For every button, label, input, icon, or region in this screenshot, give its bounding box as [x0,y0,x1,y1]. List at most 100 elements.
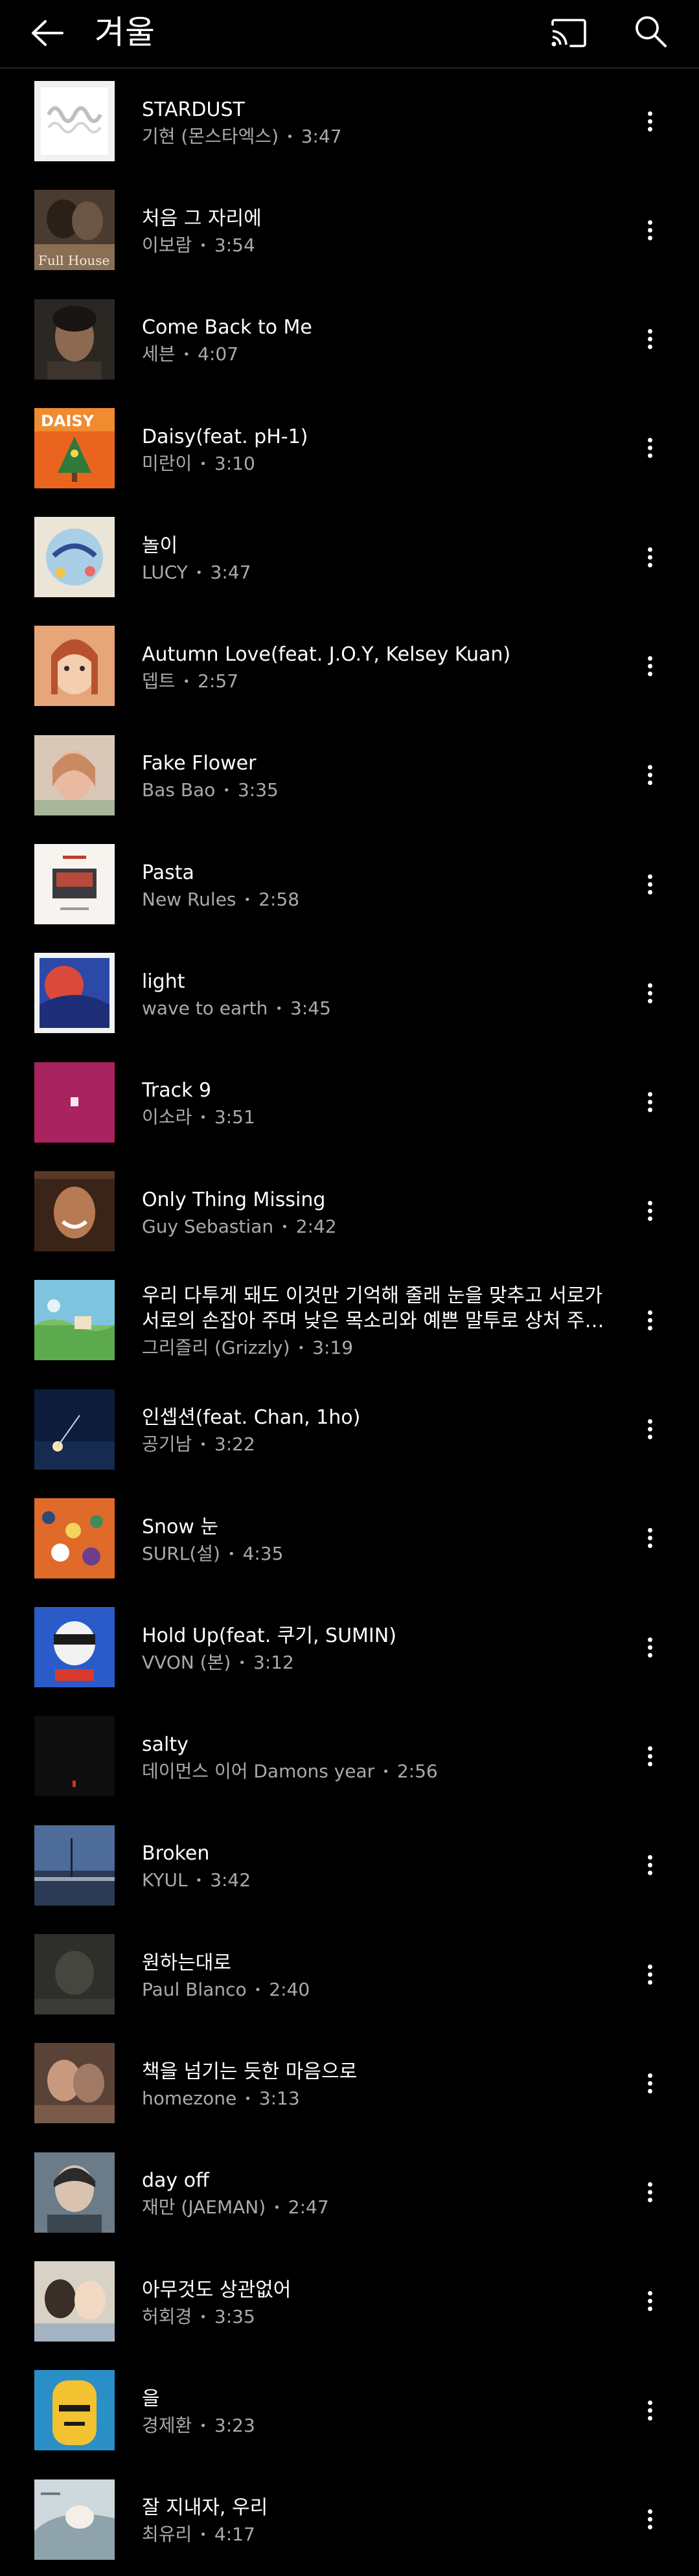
album-art [34,2370,115,2451]
top-app-bar: 겨울 [0,0,699,69]
more-options-button[interactable] [632,1954,668,1995]
song-row[interactable]: 을 경제환 • 3:23 [0,2358,699,2467]
separator-dot: • [273,2201,281,2215]
song-row[interactable]: Snow 눈 SURL(설) • 4:35 [0,1486,699,1595]
more-options-button[interactable] [632,755,668,796]
more-vertical-icon [647,2291,652,2296]
song-title: 잘 지내자, 우리 [142,2496,268,2520]
album-art [34,2043,115,2124]
song-row[interactable]: 원하는대로 Paul Blanco • 2:40 [0,1922,699,2031]
song-row[interactable]: 아무것도 상관없어 허회경 • 3:35 [0,2249,699,2358]
more-options-button[interactable] [632,1409,668,1450]
song-artist: 이소라 [142,1106,192,1128]
separator-dot: • [200,1111,207,1125]
song-title: STARDUST [142,98,245,121]
song-row[interactable]: light wave to earth • 3:45 [0,940,699,1049]
song-meta: day off 재만 (JAEMAN) • 2:47 [142,2140,615,2249]
album-art [34,1170,115,1251]
more-options-button[interactable] [632,319,668,360]
song-artist: Bas Bao [142,779,216,801]
song-artist: 허회경 [142,2305,192,2327]
song-row[interactable]: DAISY Daisy(feat. pH-1) 미란이 • 3:10 [0,396,699,505]
more-options-button[interactable] [632,1845,668,1886]
more-options-button[interactable] [632,972,668,1014]
cast-button[interactable] [544,8,593,58]
more-options-button[interactable] [632,2062,668,2104]
song-row[interactable]: Pasta New Rules • 2:58 [0,832,699,940]
song-row[interactable]: Fake Flower Bas Bao • 3:35 [0,723,699,832]
more-options-button[interactable] [632,536,668,578]
song-subtitle: New Rules • 2:58 [142,887,615,913]
more-options-button[interactable] [632,1518,668,1559]
more-options-button[interactable] [632,2389,668,2431]
more-options-button[interactable] [632,1626,668,1668]
song-row[interactable]: Only Thing Missing Guy Sebastian • 2:42 [0,1159,699,1268]
more-options-button[interactable] [632,427,668,469]
song-row[interactable]: day off 재만 (JAEMAN) • 2:47 [0,2140,699,2249]
separator-dot: • [382,1765,389,1779]
song-artist: 공기남 [142,1433,192,1455]
more-options-button[interactable] [632,1299,668,1341]
song-row[interactable]: 인셉션(feat. Chan, 1ho) 공기남 • 3:22 [0,1377,699,1486]
song-subtitle: 공기남 • 3:22 [142,1431,615,1457]
song-row[interactable]: 놀이 LUCY • 3:47 [0,505,699,613]
album-art [34,517,115,598]
album-art [34,81,115,161]
separator-dot: • [200,1438,207,1452]
more-options-button[interactable] [632,1082,668,1123]
song-title: light [142,970,185,994]
song-title: 원하는대로 [142,1951,231,1974]
song-meta: 책을 넘기는 듯한 마음으로 homezone • 3:13 [142,2031,615,2139]
song-row[interactable]: 우리 다투게 돼도 이것만 기억해 줄래 눈을 맞추고 서로가 서로의 손잡아 … [0,1268,699,1376]
song-meta: salty 데이먼스 이어 Damons year • 2:56 [142,1704,615,1812]
song-row[interactable]: Autumn Love(feat. J.O.Y, Kelsey Kuan) 뎁트… [0,613,699,722]
more-options-button[interactable] [632,2499,668,2540]
more-vertical-icon [647,2073,652,2078]
more-options-button[interactable] [632,100,668,142]
page-title: 겨울 [95,14,155,51]
separator-dot: • [200,2528,207,2542]
more-options-button[interactable] [632,209,668,251]
more-vertical-icon [647,1092,652,1097]
more-options-button[interactable] [632,863,668,905]
song-list: STARDUST 기현 (몬스타엑스) • 3:47 Full House 처음 그… [0,69,699,2576]
song-row[interactable]: salty 데이먼스 이어 Damons year • 2:56 [0,1704,699,1812]
separator-dot: • [254,1983,262,1997]
more-options-button[interactable] [632,2281,668,2322]
song-title: Broken [142,1842,210,1865]
separator-dot: • [195,565,203,580]
more-options-button[interactable] [632,1735,668,1777]
search-button[interactable] [626,6,675,56]
song-meta: Broken KYUL • 3:42 [142,1813,615,1922]
separator-dot: • [200,457,207,471]
more-options-button[interactable] [632,1191,668,1232]
more-vertical-icon [647,874,652,879]
album-art [34,1498,115,1579]
song-meta: Snow 눈 SURL(설) • 4:35 [142,1486,615,1595]
album-art [34,1389,115,1470]
song-row[interactable]: 책을 넘기는 듯한 마음으로 homezone • 3:13 [0,2031,699,2139]
song-duration: 3:12 [253,1651,294,1673]
more-vertical-icon [647,1528,652,1533]
song-duration: 4:17 [214,2524,255,2546]
song-row[interactable]: STARDUST 기현 (몬스타엑스) • 3:47 [0,69,699,177]
song-title: Hold Up(feat. 쿠기, SUMIN) [142,1624,396,1647]
song-row[interactable]: Track 9 이소라 • 3:51 [0,1050,699,1159]
more-vertical-icon [647,438,652,443]
song-title: Fake Flower [142,752,257,775]
song-title: 놀이 [142,534,178,557]
more-options-button[interactable] [632,2172,668,2213]
more-options-button[interactable] [632,645,668,687]
album-art [34,735,115,815]
song-subtitle: LUCY • 3:47 [142,560,615,586]
song-row[interactable]: 잘 지내자, 우리 최유리 • 4:17 [0,2467,699,2576]
separator-dot: • [275,1002,283,1016]
song-row[interactable]: Full House 처음 그 자리에 이보람 • 3:54 [0,177,699,286]
song-meta: Pasta New Rules • 2:58 [142,832,615,940]
song-row[interactable]: Hold Up(feat. 쿠기, SUMIN) VVON (본) • 3:12 [0,1595,699,1704]
song-meta: 놀이 LUCY • 3:47 [142,505,615,613]
song-row[interactable]: Come Back to Me 세븐 • 4:07 [0,287,699,396]
song-meta: 원하는대로 Paul Blanco • 2:40 [142,1922,615,2031]
song-row[interactable]: Broken KYUL • 3:42 [0,1813,699,1922]
back-button[interactable] [23,10,70,56]
